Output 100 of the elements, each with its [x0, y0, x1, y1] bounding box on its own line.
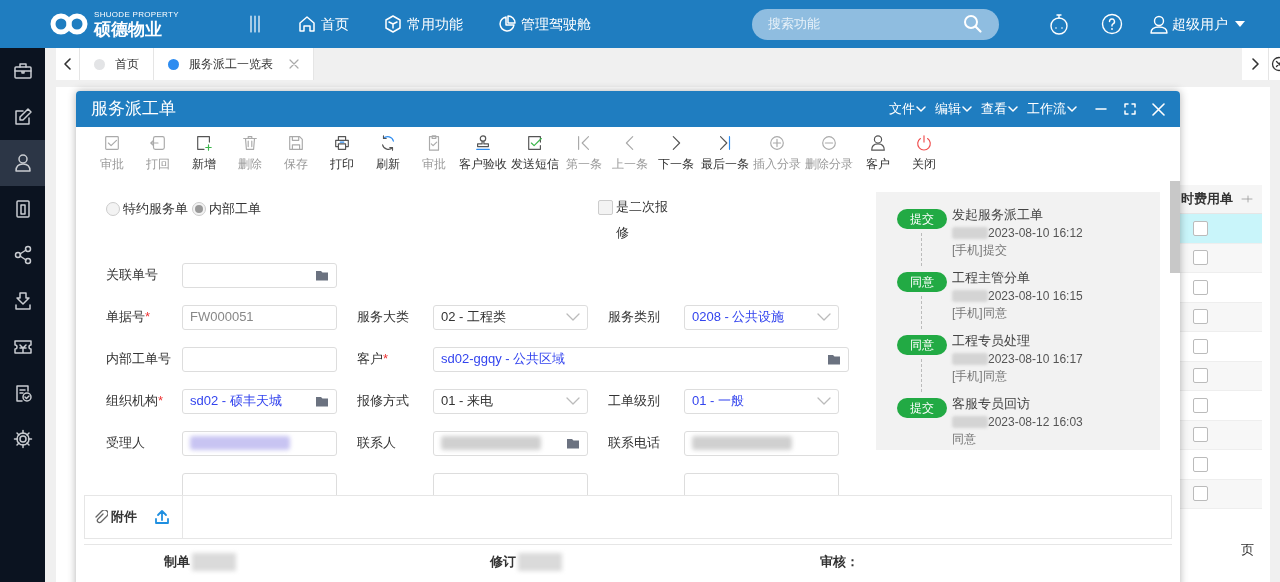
dialog-title: 服务派工单 — [91, 98, 176, 121]
folder-icon[interactable] — [315, 268, 329, 282]
print-icon — [333, 133, 351, 152]
table-row[interactable] — [1180, 214, 1262, 244]
radio-button[interactable] — [192, 201, 206, 216]
nav-link[interactable]: 管理驾驶舱 — [496, 13, 591, 35]
attachment-label: 附件 — [111, 508, 137, 527]
toolbar-button[interactable]: 客户验收 — [458, 133, 508, 173]
checkbox[interactable] — [1193, 338, 1208, 354]
toolbar-button[interactable]: 最后一条 — [700, 133, 750, 173]
folder-icon[interactable] — [315, 394, 329, 408]
user-icon — [1149, 14, 1169, 34]
close-all-button[interactable] — [1268, 48, 1280, 80]
toolbar-button[interactable]: 关闭 — [902, 133, 946, 173]
table-row[interactable] — [1180, 479, 1262, 509]
chevron-down-icon[interactable] — [566, 397, 580, 405]
input-field[interactable]: sd02 - 硕丰天城 — [182, 388, 337, 414]
checkbox[interactable] — [1193, 309, 1208, 325]
input-field[interactable] — [182, 262, 337, 288]
dropdown[interactable]: 01 - 一般 — [684, 388, 839, 414]
step-title: 客服专员回访 — [952, 395, 1031, 413]
menu-button[interactable]: 编辑 — [935, 99, 972, 119]
folder-icon[interactable] — [566, 436, 580, 450]
radio-option[interactable]: 内部工单 — [192, 199, 261, 219]
chevron-down-icon[interactable] — [817, 313, 831, 321]
nav-link[interactable]: 首页 — [296, 13, 349, 35]
toolbar-button[interactable]: 打印 — [320, 133, 364, 173]
table-row[interactable] — [1180, 420, 1262, 450]
field-label: 单据号* — [106, 309, 151, 325]
caret-icon — [1234, 20, 1246, 28]
upload-icon[interactable] — [154, 509, 170, 525]
scroll-left-button[interactable] — [56, 48, 80, 80]
menu-button[interactable]: 文件 — [889, 99, 926, 119]
input-field[interactable]: sd02-ggqy - 公共区域 — [433, 346, 849, 372]
scroll-right-button[interactable] — [1242, 48, 1268, 80]
minus-circle-icon — [820, 133, 838, 152]
person-icon — [869, 133, 887, 152]
timestamp: 2023-08-10 16:17 — [988, 351, 1083, 368]
checkbox[interactable] — [1193, 486, 1208, 502]
dropdown[interactable]: 0208 - 公共设施 — [684, 304, 839, 330]
toolbar-button[interactable]: 下一条 — [654, 133, 698, 173]
input-field[interactable] — [684, 430, 839, 456]
radio-button[interactable] — [106, 201, 120, 216]
chevron-down-icon[interactable] — [817, 397, 831, 405]
settings-icon — [12, 429, 33, 449]
chevron-down-icon[interactable] — [566, 313, 580, 321]
menu-button[interactable]: 工作流 — [1027, 99, 1077, 119]
toolbar-button[interactable]: 客户 — [856, 133, 900, 173]
status-badge: 同意 — [896, 272, 947, 292]
radio-option[interactable]: 特约服务单 — [106, 199, 188, 219]
toolbar-button[interactable]: 新增 — [182, 133, 226, 173]
user-menu[interactable]: 超级用户 — [1149, 13, 1246, 35]
checkbox-label: 是二次报修 — [616, 198, 669, 242]
search-field[interactable]: 搜索功能 — [752, 8, 999, 40]
sidebar-item[interactable] — [0, 140, 45, 186]
close-icon[interactable] — [289, 59, 299, 69]
toolbar-button[interactable]: 刷新 — [366, 133, 410, 173]
input-field[interactable] — [433, 472, 588, 495]
field-label: 受理人 — [106, 435, 145, 451]
edit-icon — [12, 107, 33, 127]
chevron-right-icon — [1250, 58, 1260, 70]
field-label: 关联单号 — [106, 267, 158, 283]
field-label: 客户* — [357, 351, 389, 367]
checkbox-icon — [103, 133, 121, 152]
dropdown[interactable]: 01 - 来电 — [433, 388, 588, 414]
search-input[interactable]: 搜索功能 — [768, 14, 963, 34]
help-icon[interactable] — [1101, 13, 1123, 35]
timestamp: 2023-08-10 16:12 — [988, 225, 1083, 242]
checkbox[interactable] — [1193, 220, 1208, 236]
menu-icon[interactable] — [248, 15, 261, 33]
menu-button[interactable]: 查看 — [981, 99, 1018, 119]
search-icon[interactable] — [963, 14, 983, 34]
checkbox[interactable] — [1193, 279, 1208, 295]
nav-link[interactable]: 常用功能 — [382, 13, 463, 35]
note-text: [手机]提交 — [952, 242, 1008, 259]
timestamp: 2023-08-10 16:15 — [988, 288, 1083, 305]
table-row[interactable] — [1180, 243, 1262, 273]
input-field[interactable] — [182, 346, 337, 372]
input-field[interactable]: FW000051 — [182, 304, 337, 330]
folder-icon[interactable] — [827, 352, 841, 366]
toolbar-button[interactable]: 发送短信 — [510, 133, 560, 173]
input-field[interactable] — [684, 472, 839, 495]
maximize-icon[interactable] — [1124, 103, 1136, 115]
checkbox[interactable] — [1193, 427, 1208, 443]
checkbox[interactable] — [1193, 456, 1208, 472]
tab[interactable]: 首页 — [80, 48, 154, 80]
footer-label: 审核： — [820, 553, 859, 572]
checkbox[interactable] — [1193, 397, 1208, 413]
input-field[interactable] — [182, 430, 337, 456]
table-row[interactable] — [1180, 361, 1262, 391]
table-row[interactable] — [1180, 302, 1262, 332]
checkbox[interactable] — [1193, 250, 1208, 266]
tab[interactable]: 服务派工一览表 — [154, 48, 314, 80]
redacted-text — [952, 353, 988, 365]
checkmark-icon — [526, 133, 544, 152]
checkbox[interactable] — [1193, 368, 1208, 384]
dropdown[interactable]: 02 - 工程类 — [433, 304, 588, 330]
input-field[interactable] — [182, 472, 337, 495]
input-field[interactable] — [433, 430, 588, 456]
checkbox[interactable] — [598, 200, 613, 215]
